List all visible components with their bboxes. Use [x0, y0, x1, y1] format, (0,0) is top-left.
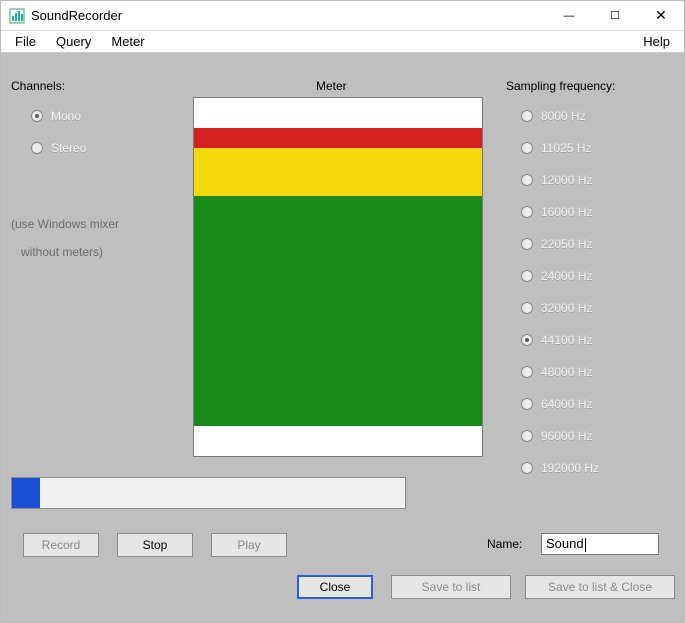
- radio-icon: [31, 142, 43, 154]
- radio-label: 64000 Hz: [541, 397, 592, 411]
- sampling-option-12000[interactable]: 12000 Hz: [521, 171, 592, 189]
- radio-label: 12000 Hz: [541, 173, 592, 187]
- close-button[interactable]: Close: [297, 575, 373, 599]
- menubar: File Query Meter Help: [1, 31, 684, 53]
- radio-label: 44100 Hz: [541, 333, 592, 347]
- radio-icon: [521, 334, 533, 346]
- radio-icon: [521, 142, 533, 154]
- titlebar: SoundRecorder — ☐ ✕: [1, 1, 684, 31]
- sampling-option-11025[interactable]: 11025 Hz: [521, 139, 591, 157]
- meter-zone-white-top: [194, 98, 482, 128]
- meter-label: Meter: [316, 79, 347, 93]
- menu-query[interactable]: Query: [46, 32, 101, 51]
- sampling-label: Sampling frequency:: [506, 79, 615, 93]
- channels-option-mono[interactable]: Mono: [31, 107, 81, 125]
- radio-label: Stereo: [51, 141, 86, 155]
- app-window: SoundRecorder — ☐ ✕ File Query Meter Hel…: [0, 0, 685, 623]
- progress-fill: [12, 478, 40, 508]
- radio-icon: [521, 174, 533, 186]
- radio-label: 192000 Hz: [541, 461, 599, 475]
- radio-label: 22050 Hz: [541, 237, 592, 251]
- meter-zone-green: [194, 196, 482, 426]
- client-area: Channels: Mono Stereo (use Windows mixer…: [1, 53, 684, 622]
- sampling-option-24000[interactable]: 24000 Hz: [521, 267, 592, 285]
- play-button[interactable]: Play: [211, 533, 287, 557]
- radio-label: 11025 Hz: [541, 141, 591, 155]
- sampling-option-32000[interactable]: 32000 Hz: [521, 299, 592, 317]
- name-value: Sound: [546, 536, 584, 551]
- sampling-option-8000[interactable]: 8000 Hz: [521, 107, 586, 125]
- channels-option-stereo[interactable]: Stereo: [31, 139, 86, 157]
- radio-icon: [521, 270, 533, 282]
- radio-icon: [521, 462, 533, 474]
- sampling-option-192000[interactable]: 192000 Hz: [521, 459, 599, 477]
- radio-icon: [521, 430, 533, 442]
- radio-icon: [521, 110, 533, 122]
- meter-zone-red: [194, 128, 482, 148]
- text-caret-icon: [585, 538, 586, 552]
- menu-file[interactable]: File: [5, 32, 46, 51]
- recording-progress: [11, 477, 406, 509]
- mixer-note-line2: without meters): [21, 245, 103, 259]
- radio-icon: [521, 238, 533, 250]
- channels-label: Channels:: [11, 79, 65, 93]
- sampling-option-44100[interactable]: 44100 Hz: [521, 331, 592, 349]
- maximize-button[interactable]: ☐: [592, 1, 638, 31]
- app-icon: [9, 8, 25, 24]
- record-button[interactable]: Record: [23, 533, 99, 557]
- radio-label: 32000 Hz: [541, 301, 592, 315]
- menu-meter[interactable]: Meter: [101, 32, 154, 51]
- name-field[interactable]: Sound: [541, 533, 659, 555]
- stop-button[interactable]: Stop: [117, 533, 193, 557]
- meter-zone-yellow: [194, 148, 482, 196]
- radio-label: 8000 Hz: [541, 109, 586, 123]
- minimize-button[interactable]: —: [546, 1, 592, 31]
- radio-label: 24000 Hz: [541, 269, 592, 283]
- sampling-option-16000[interactable]: 16000 Hz: [521, 203, 592, 221]
- meter-zone-white-bottom: [194, 426, 482, 456]
- radio-icon: [521, 398, 533, 410]
- save-to-list-button[interactable]: Save to list: [391, 575, 511, 599]
- radio-label: 16000 Hz: [541, 205, 592, 219]
- sampling-option-22050[interactable]: 22050 Hz: [521, 235, 592, 253]
- close-window-button[interactable]: ✕: [638, 1, 684, 31]
- radio-label: 96000 Hz: [541, 429, 592, 443]
- sampling-option-48000[interactable]: 48000 Hz: [521, 363, 592, 381]
- mixer-note-line1: (use Windows mixer: [11, 217, 119, 231]
- save-to-list-close-button[interactable]: Save to list & Close: [525, 575, 675, 599]
- name-label: Name:: [487, 537, 522, 551]
- menu-help[interactable]: Help: [633, 32, 680, 51]
- sampling-option-64000[interactable]: 64000 Hz: [521, 395, 592, 413]
- radio-icon: [521, 206, 533, 218]
- radio-icon: [521, 366, 533, 378]
- radio-label: Mono: [51, 109, 81, 123]
- meter-display: [193, 97, 483, 457]
- radio-label: 48000 Hz: [541, 365, 592, 379]
- window-title: SoundRecorder: [31, 8, 122, 23]
- sampling-option-96000[interactable]: 96000 Hz: [521, 427, 592, 445]
- radio-icon: [31, 110, 43, 122]
- radio-icon: [521, 302, 533, 314]
